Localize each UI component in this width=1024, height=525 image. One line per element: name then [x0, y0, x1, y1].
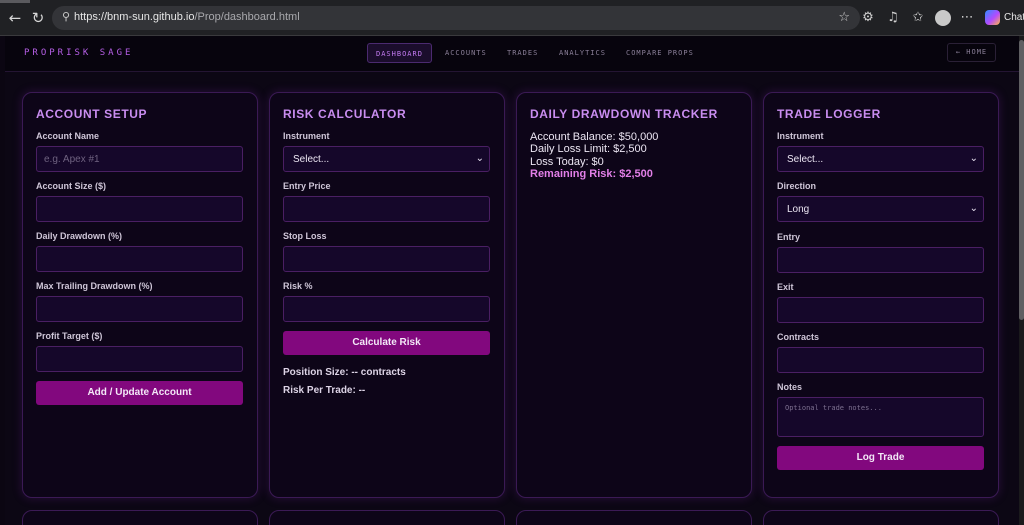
- risk-per-trade-result: Risk Per Trade: --: [283, 385, 366, 396]
- page-scrollbar[interactable]: [1019, 36, 1024, 525]
- risk-calculator-card: RISK CALCULATOR Instrument Select... ⌄ E…: [269, 92, 505, 498]
- nav-compare-props[interactable]: COMPARE PROPS: [626, 43, 694, 63]
- position-size-result: Position Size: -- contracts: [283, 367, 406, 378]
- calculate-risk-button[interactable]: Calculate Risk: [283, 331, 490, 355]
- trade-instrument-select[interactable]: Select... ⌄: [777, 146, 984, 172]
- daily-drawdown-label: Daily Drawdown (%): [36, 231, 123, 241]
- nav-dashboard[interactable]: DASHBOARD: [367, 43, 432, 63]
- next-row-card: [516, 510, 752, 525]
- nav-accounts[interactable]: ACCOUNTS: [445, 43, 487, 63]
- site-header: PROPRISK SAGE DASHBOARD ACCOUNTS TRADES …: [5, 36, 1019, 72]
- daily-drawdown-input[interactable]: [36, 246, 243, 272]
- url-host: https://bnm-sun.github.io: [74, 11, 195, 23]
- contracts-label: Contracts: [777, 332, 820, 342]
- favorites-icon[interactable]: ✩: [909, 9, 927, 27]
- instrument-select[interactable]: Select... ⌄: [283, 146, 490, 172]
- next-row-card: [763, 510, 999, 525]
- trade-instrument-selected: Select...: [787, 154, 824, 165]
- home-button[interactable]: ← HOME: [947, 43, 996, 62]
- account-size-input[interactable]: [36, 196, 243, 222]
- risk-percent-label: Risk %: [283, 281, 313, 291]
- exit-label: Exit: [777, 282, 794, 292]
- url-path: /Prop/dashboard.html: [194, 11, 300, 23]
- daily-loss-limit-stat: Daily Loss Limit: $2,500: [530, 143, 647, 155]
- entry-label: Entry: [777, 232, 801, 242]
- brand-logo[interactable]: PROPRISK SAGE: [24, 48, 133, 58]
- remaining-risk-stat: Remaining Risk: $2,500: [530, 168, 653, 180]
- address-bar[interactable]: ⚲ https://bnm-sun.github.io/Prop/dashboa…: [52, 6, 860, 30]
- stop-loss-input[interactable]: [283, 246, 490, 272]
- contracts-input[interactable]: [777, 347, 984, 373]
- favorite-star-icon[interactable]: ☆: [838, 10, 850, 25]
- profile-avatar[interactable]: [935, 10, 951, 26]
- account-name-label: Account Name: [36, 131, 100, 141]
- instrument-label: Instrument: [283, 131, 330, 141]
- address-url: https://bnm-sun.github.io/Prop/dashboard…: [74, 11, 300, 23]
- notes-label: Notes: [777, 382, 803, 392]
- risk-percent-input[interactable]: [283, 296, 490, 322]
- trade-logger-card: TRADE LOGGER Instrument Select... ⌄ Dire…: [763, 92, 999, 498]
- card-title: RISK CALCULATOR: [283, 107, 407, 121]
- add-update-account-button[interactable]: Add / Update Account: [36, 381, 243, 405]
- direction-label: Direction: [777, 181, 817, 191]
- direction-select[interactable]: Long ⌄: [777, 196, 984, 222]
- instrument-selected: Select...: [293, 154, 330, 165]
- extensions-icon[interactable]: ⚙: [859, 9, 877, 27]
- notes-textarea[interactable]: [777, 397, 984, 437]
- entry-input[interactable]: [777, 247, 984, 273]
- max-trailing-drawdown-input[interactable]: [36, 296, 243, 322]
- chevron-down-icon: ⌄: [475, 153, 484, 164]
- nav-analytics[interactable]: ANALYTICS: [559, 43, 606, 63]
- entry-price-label: Entry Price: [283, 181, 331, 191]
- exit-input[interactable]: [777, 297, 984, 323]
- card-title: ACCOUNT SETUP: [36, 107, 148, 121]
- card-title: DAILY DRAWDOWN TRACKER: [530, 107, 718, 121]
- browser-tab-strip: [0, 0, 30, 3]
- instrument-label: Instrument: [777, 131, 824, 141]
- browser-toolbar: ← ↻ ⚲ https://bnm-sun.github.io/Prop/das…: [0, 0, 1024, 36]
- account-name-input[interactable]: [36, 146, 243, 172]
- more-menu-icon[interactable]: ⋯: [958, 9, 976, 27]
- account-size-label: Account Size ($): [36, 181, 107, 191]
- account-setup-card: ACCOUNT SETUP Account Name Account Size …: [22, 92, 258, 498]
- chevron-down-icon: ⌄: [969, 153, 978, 164]
- nav-trades[interactable]: TRADES: [507, 43, 538, 63]
- card-title: TRADE LOGGER: [777, 107, 881, 121]
- drawdown-tracker-card: DAILY DRAWDOWN TRACKER Account Balance: …: [516, 92, 752, 498]
- scrollbar-thumb[interactable]: [1019, 40, 1024, 320]
- log-trade-button[interactable]: Log Trade: [777, 446, 984, 470]
- profit-target-input[interactable]: [36, 346, 243, 372]
- profit-target-label: Profit Target ($): [36, 331, 103, 341]
- dashboard-page: ACCOUNT SETUP Account Name Account Size …: [5, 72, 1019, 525]
- back-arrow-icon[interactable]: ←: [6, 9, 24, 27]
- max-trailing-drawdown-label: Max Trailing Drawdown (%): [36, 281, 153, 291]
- stop-loss-label: Stop Loss: [283, 231, 327, 241]
- entry-price-input[interactable]: [283, 196, 490, 222]
- next-row-card: [269, 510, 505, 525]
- direction-selected: Long: [787, 204, 810, 215]
- chat-label[interactable]: Chat: [1004, 12, 1024, 23]
- next-row-card: [22, 510, 258, 525]
- reload-icon[interactable]: ↻: [29, 9, 47, 27]
- browser-essentials-icon[interactable]: ♫: [884, 9, 902, 27]
- copilot-icon[interactable]: [985, 10, 1000, 25]
- site-info-icon[interactable]: ⚲: [59, 10, 73, 24]
- chevron-down-icon: ⌄: [969, 203, 978, 214]
